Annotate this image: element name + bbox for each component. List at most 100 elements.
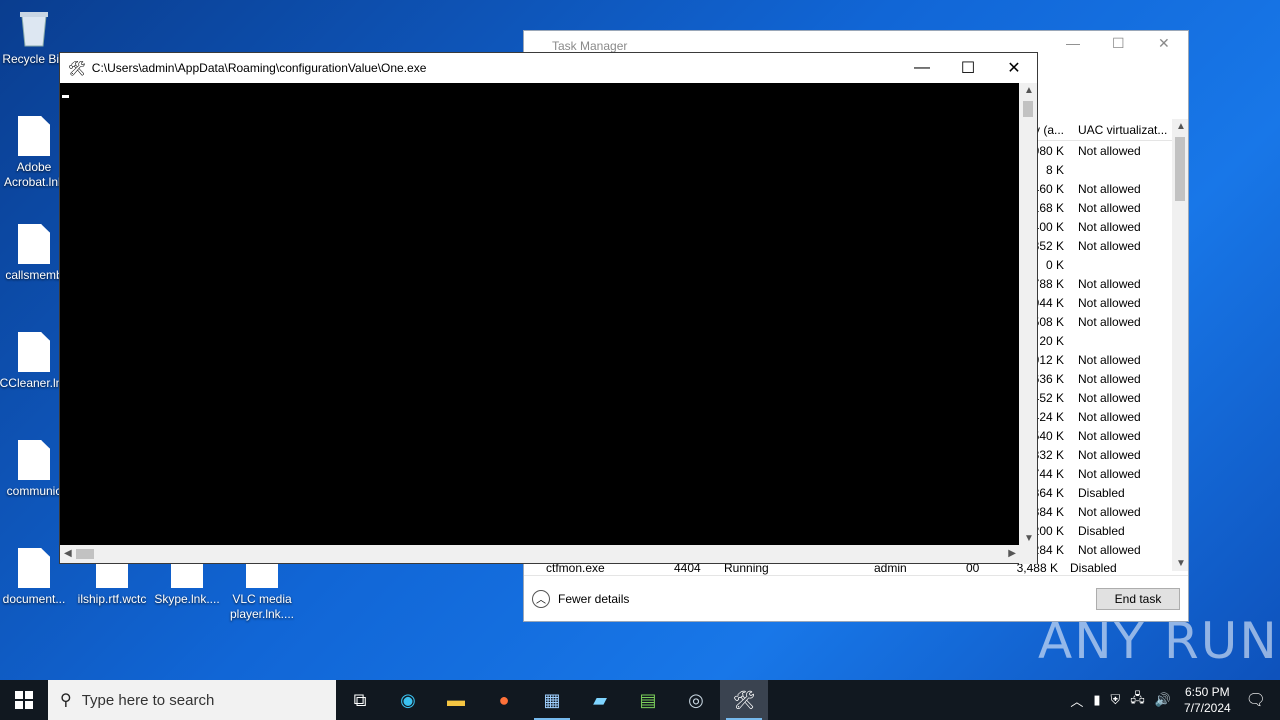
clock[interactable]: 6:50 PM 7/7/2024 [1184,684,1231,716]
table-header: y (a... UAC virtualizat... [1024,119,1172,141]
minimize-button[interactable]: — [1066,35,1080,51]
maximize-button[interactable]: ☐ [1112,35,1125,52]
table-row[interactable]: 284 K Not allowed [1024,540,1172,559]
uac-cell: Not allowed [1078,466,1141,481]
app-icon[interactable]: ▤ [624,680,672,720]
table-row[interactable]: 332 K Not allowed [1024,445,1172,464]
console-title-bar[interactable]: 🛠 C:\Users\admin\AppData\Roaming\configu… [60,53,1037,83]
console-taskbar-icon[interactable]: 🛠 [720,680,768,720]
scroll-down-icon[interactable]: ▼ [1024,533,1034,544]
table-row[interactable]: 424 K Not allowed [1024,407,1172,426]
scroll-up-icon[interactable]: ▲ [1176,121,1186,132]
vertical-scrollbar[interactable]: ▲ ▼ [1172,119,1188,571]
table-row[interactable]: 540 K Not allowed [1024,426,1172,445]
uac-cell: Not allowed [1078,504,1141,519]
uac-cell: Not allowed [1078,181,1141,196]
table-row[interactable]: 364 K Disabled [1024,483,1172,502]
process-rows: 980 K Not allowed 8 K 460 K Not allowed 168 K… [1024,141,1172,559]
end-task-button[interactable]: End task [1096,587,1180,610]
close-button[interactable]: ✕ [991,53,1037,83]
file-icon [18,548,50,588]
windows-icon [15,691,33,709]
firefox-icon[interactable]: ● [480,680,528,720]
search-box[interactable]: ⚲ Type here to search [48,680,336,720]
table-row[interactable]: 400 K Not allowed [1024,217,1172,236]
table-row[interactable]: 452 K Not allowed [1024,388,1172,407]
table-row[interactable]: 20 K [1024,331,1172,350]
fewer-details-button[interactable]: ︿ Fewer details [532,589,630,608]
task-manager-taskbar-icon[interactable]: ▦ [528,680,576,720]
app-icon: 🛠 [68,59,86,76]
system-tray: ︿ ▮ ⛨ 🖧 🔊 6:50 PM 7/7/2024 🗨 [1065,680,1280,720]
desktop-icon-label: ilship.rtf.wctc [77,592,147,606]
table-row[interactable]: 8 K [1024,160,1172,179]
file-explorer-icon[interactable]: ▬ [432,680,480,720]
uac-cell: Not allowed [1078,219,1141,234]
volume-icon[interactable]: 🔊 [1155,692,1171,708]
chevron-up-icon: ︿ [532,589,550,608]
vertical-scrollbar[interactable]: ▲ ▼ [1019,83,1037,564]
clock-date: 7/7/2024 [1183,701,1231,715]
uac-cell: Not allowed [1078,143,1141,158]
table-row[interactable]: 944 K Not allowed [1024,293,1172,312]
file-icon [18,116,50,156]
table-row[interactable]: 744 K Not allowed [1024,464,1172,483]
table-row[interactable]: 0 K [1024,255,1172,274]
close-button[interactable]: ✕ [1158,35,1170,52]
minimize-button[interactable]: — [899,53,945,83]
table-row[interactable]: 200 K Disabled [1024,521,1172,540]
uac-cell: Not allowed [1078,276,1141,291]
file-icon [18,332,50,372]
uac-cell: Not allowed [1078,371,1141,386]
edge-icon[interactable]: ◉ [384,680,432,720]
security-icon[interactable]: ⛨ [1111,692,1121,708]
chevron-up-icon[interactable]: ︿ [1070,691,1083,710]
table-row[interactable]: 384 K Not allowed [1024,502,1172,521]
start-button[interactable] [0,680,48,720]
search-icon: ⚲ [60,692,72,709]
uac-cell: Not allowed [1078,447,1141,462]
recycle-bin-icon [16,8,52,48]
table-row[interactable]: 352 K Not allowed [1024,236,1172,255]
maximize-button[interactable]: ☐ [945,53,991,83]
uac-cell: Not allowed [1078,238,1141,253]
battery-icon[interactable]: ▮ [1093,692,1100,708]
notification-icon[interactable]: 🗨 [1246,690,1266,710]
table-row[interactable]: 788 K Not allowed [1024,274,1172,293]
uac-column-header[interactable]: UAC virtualizat... [1066,123,1167,137]
console-output[interactable] [60,83,1020,546]
search-placeholder: Type here to search [81,691,215,709]
task-view-icon[interactable]: ⧉ [336,680,384,720]
horizontal-scrollbar[interactable]: ◀ ▶ [60,545,1020,563]
task-manager-footer: ︿ Fewer details End task [524,575,1188,621]
fewer-details-label: Fewer details [558,591,630,606]
uac-cell: Disabled [1078,485,1125,500]
table-row[interactable]: 912 K Not allowed [1024,350,1172,369]
console-window[interactable]: 🛠 C:\Users\admin\AppData\Roaming\configu… [59,52,1038,564]
network-icon[interactable]: 🖧 [1130,689,1145,711]
uac-cell: Not allowed [1078,542,1141,557]
taskbar: ⚲ Type here to search ⧉ ◉ ▬ ● ▦ ▰ ▤ ◎ 🛠 … [0,680,1280,720]
notepad-icon[interactable]: ▰ [576,680,624,720]
uac-cell: Not allowed [1078,409,1141,424]
scroll-thumb[interactable] [1023,101,1033,117]
table-row[interactable]: 508 K Not allowed [1024,312,1172,331]
scroll-down-icon[interactable]: ▼ [1176,558,1186,569]
table-row[interactable]: 460 K Not allowed [1024,179,1172,198]
file-icon [18,440,50,480]
scroll-thumb[interactable] [76,549,94,559]
scroll-up-icon[interactable]: ▲ [1024,85,1034,96]
scroll-right-icon[interactable]: ▶ [1008,548,1016,559]
console-title: C:\Users\admin\AppData\Roaming\configura… [91,61,427,75]
steam-icon[interactable]: ◎ [672,680,720,720]
uac-cell: Not allowed [1078,352,1141,367]
process-table[interactable]: y (a... UAC virtualizat... 980 K Not allo… [1024,119,1172,571]
table-row[interactable]: 168 K Not allowed [1024,198,1172,217]
scroll-thumb[interactable] [1175,137,1185,201]
scroll-left-icon[interactable]: ◀ [64,548,72,559]
file-icon [18,224,50,264]
table-row[interactable]: 636 K Not allowed [1024,369,1172,388]
uac-cell: Not allowed [1078,200,1141,215]
table-row[interactable]: 980 K Not allowed [1024,141,1172,160]
uac-cell: Not allowed [1078,390,1141,405]
